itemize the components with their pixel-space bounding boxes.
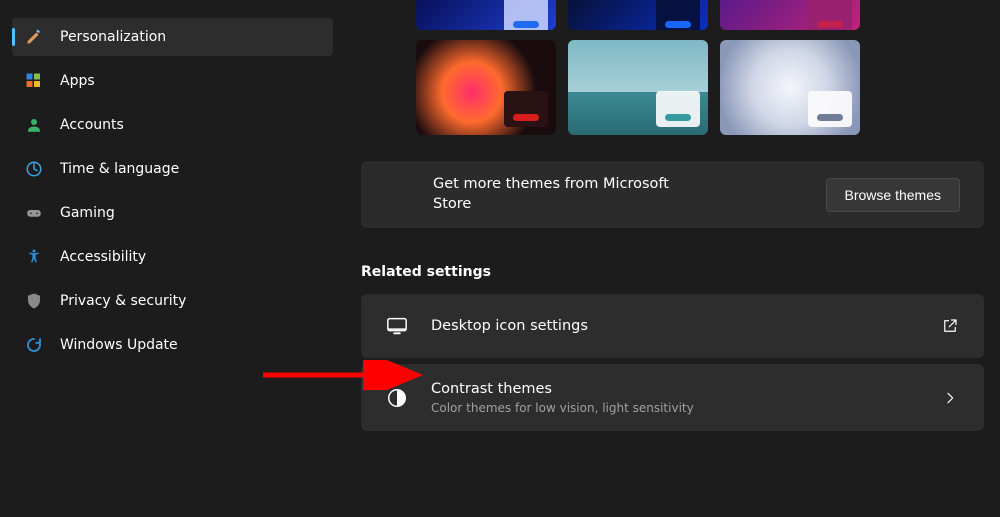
desktop-icon-settings-card[interactable]: Desktop icon settings (361, 294, 984, 358)
accessibility-icon (24, 247, 44, 267)
related-settings-header: Related settings (361, 264, 984, 280)
theme-card[interactable] (416, 0, 556, 30)
shield-icon (24, 291, 44, 311)
theme-card[interactable] (720, 40, 860, 135)
monitor-icon (385, 314, 409, 338)
settings-main: Get more themes from Microsoft Store Bro… (345, 0, 1000, 517)
gamepad-icon (24, 203, 44, 223)
more-themes-label: Get more themes from Microsoft Store (433, 175, 693, 214)
sidebar-item-accessibility[interactable]: Accessibility (12, 238, 333, 276)
sidebar-item-time-language[interactable]: Time & language (12, 150, 333, 188)
clock-globe-icon (24, 159, 44, 179)
sidebar-item-label: Gaming (60, 205, 115, 221)
sidebar-item-label: Time & language (60, 161, 179, 177)
apps-icon (24, 71, 44, 91)
sidebar-item-label: Windows Update (60, 337, 178, 353)
chevron-right-icon (940, 388, 960, 408)
sidebar-item-label: Accessibility (60, 249, 146, 265)
update-icon (24, 335, 44, 355)
contrast-icon (385, 386, 409, 410)
more-themes-row: Get more themes from Microsoft Store Bro… (361, 161, 984, 228)
card-subtitle: Color themes for low vision, light sensi… (431, 401, 918, 415)
sidebar-item-label: Personalization (60, 29, 166, 45)
theme-grid (361, 0, 984, 135)
theme-card[interactable] (568, 40, 708, 135)
theme-card[interactable] (720, 0, 860, 30)
contrast-themes-card[interactable]: Contrast themes Color themes for low vis… (361, 364, 984, 431)
person-icon (24, 115, 44, 135)
sidebar-item-label: Accounts (60, 117, 124, 133)
sidebar-item-windows-update[interactable]: Windows Update (12, 326, 333, 364)
settings-sidebar: Personalization Apps Accounts Time & lan… (0, 0, 345, 517)
sidebar-item-gaming[interactable]: Gaming (12, 194, 333, 232)
sidebar-item-accounts[interactable]: Accounts (12, 106, 333, 144)
theme-card[interactable] (416, 40, 556, 135)
theme-card[interactable] (568, 0, 708, 30)
sidebar-item-label: Apps (60, 73, 95, 89)
card-title: Desktop icon settings (431, 317, 918, 336)
sidebar-item-personalization[interactable]: Personalization (12, 18, 333, 56)
browse-themes-button[interactable]: Browse themes (826, 178, 960, 212)
brush-icon (24, 27, 44, 47)
sidebar-item-apps[interactable]: Apps (12, 62, 333, 100)
sidebar-item-privacy-security[interactable]: Privacy & security (12, 282, 333, 320)
sidebar-item-label: Privacy & security (60, 293, 186, 309)
popout-icon (940, 316, 960, 336)
card-title: Contrast themes (431, 380, 918, 399)
